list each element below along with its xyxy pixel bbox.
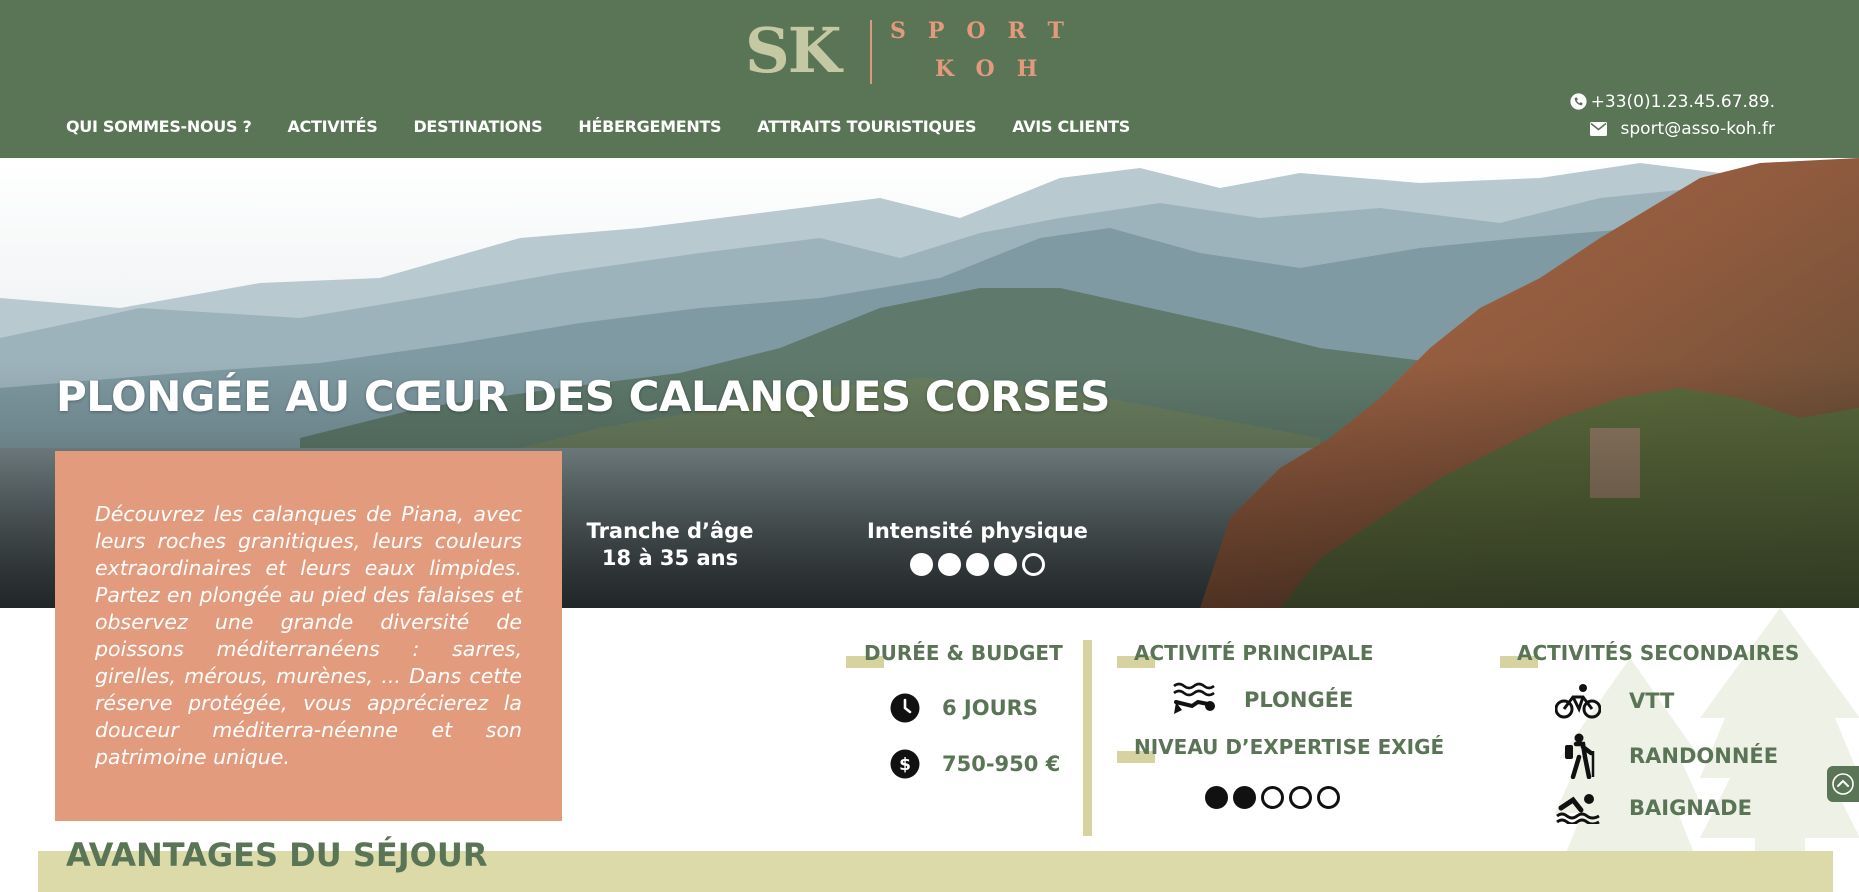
phone-row[interactable]: +33(0)1.23.45.67.89. bbox=[1570, 88, 1775, 115]
physical-intensity: Intensité physique bbox=[860, 518, 1095, 576]
secondary-activity-label: BAIGNADE bbox=[1629, 796, 1752, 820]
duration-budget-title: DURÉE & BUDGET bbox=[864, 641, 1063, 665]
intensity-rating bbox=[860, 553, 1095, 576]
budget-value: 750-950 € bbox=[942, 752, 1061, 776]
envelope-icon bbox=[1589, 121, 1607, 136]
logo-text-koh: KOH bbox=[935, 56, 1060, 82]
expertise-rating bbox=[1205, 786, 1340, 809]
rating-dot-filled bbox=[994, 553, 1017, 576]
description-text: Découvrez les calanques de Piana, avec l… bbox=[95, 502, 522, 769]
secondary-activity-item: VTT bbox=[1555, 683, 1674, 719]
phone-icon bbox=[1570, 93, 1587, 110]
expertise-title: NIVEAU D’EXPERTISE EXIGÉ bbox=[1134, 735, 1445, 759]
budget-row: $ 750-950 € bbox=[890, 749, 1060, 779]
logo-initials: SK bbox=[745, 14, 842, 87]
duration-value: 6 JOURS bbox=[942, 696, 1038, 720]
main-activity-row: PLONGÉE bbox=[1172, 680, 1353, 720]
hiking-icon bbox=[1565, 733, 1595, 779]
phone-number: +33(0)1.23.45.67.89. bbox=[1590, 91, 1775, 112]
rating-dot-filled bbox=[910, 553, 933, 576]
secondary-activity-label: RANDONNÉE bbox=[1629, 744, 1779, 768]
clock-icon bbox=[890, 693, 920, 723]
contact-info: +33(0)1.23.45.67.89. sport@asso-koh.fr bbox=[1570, 88, 1775, 142]
logo-text-sport: SPORT bbox=[890, 18, 1086, 44]
site-header: SK SPORT KOH QUI SOMMES-NOUS ? ACTIVITÉS… bbox=[0, 0, 1859, 158]
vertical-divider bbox=[1083, 640, 1092, 836]
rating-dot-filled bbox=[938, 553, 961, 576]
rating-dot-empty bbox=[1317, 786, 1340, 809]
rating-dot-filled bbox=[1233, 786, 1256, 809]
nav-item-activities[interactable]: ACTIVITÉS bbox=[287, 117, 377, 136]
swimming-icon bbox=[1556, 794, 1600, 824]
logo-divider bbox=[870, 20, 872, 84]
secondary-activity-label: VTT bbox=[1629, 689, 1675, 713]
age-range: Tranche d’âge 18 à 35 ans bbox=[560, 518, 780, 572]
main-nav: QUI SOMMES-NOUS ? ACTIVITÉS DESTINATIONS… bbox=[66, 117, 1166, 136]
main-activity-title: ACTIVITÉ PRINCIPALE bbox=[1134, 641, 1374, 665]
logo[interactable]: SK SPORT KOH bbox=[745, 16, 1105, 86]
chevron-up-icon bbox=[1832, 773, 1854, 795]
rating-dot-empty bbox=[1022, 553, 1045, 576]
diving-icon bbox=[1173, 682, 1215, 714]
bike-icon bbox=[1555, 684, 1601, 719]
nav-item-attractions[interactable]: ATTRAITS TOURISTIQUES bbox=[757, 117, 976, 136]
main-activity-value: PLONGÉE bbox=[1244, 688, 1354, 712]
duration-row: 6 JOURS bbox=[890, 693, 1038, 723]
rating-dot-empty bbox=[1289, 786, 1312, 809]
nav-item-destinations[interactable]: DESTINATIONS bbox=[413, 117, 542, 136]
nav-item-about[interactable]: QUI SOMMES-NOUS ? bbox=[66, 117, 252, 136]
hero-title: PLONGÉE AU CŒUR DES CALANQUES CORSES bbox=[56, 372, 1110, 421]
secondary-activity-item: RANDONNÉE bbox=[1555, 733, 1778, 779]
rating-dot-empty bbox=[1261, 786, 1284, 809]
rating-dot-filled bbox=[1205, 786, 1228, 809]
age-range-value: 18 à 35 ans bbox=[601, 546, 739, 570]
email-row[interactable]: sport@asso-koh.fr bbox=[1570, 115, 1775, 142]
intensity-label: Intensité physique bbox=[867, 519, 1088, 543]
svg-text:$: $ bbox=[899, 755, 911, 775]
nav-item-accommodation[interactable]: HÉBERGEMENTS bbox=[578, 117, 721, 136]
dollar-icon: $ bbox=[890, 749, 920, 779]
nav-item-reviews[interactable]: AVIS CLIENTS bbox=[1012, 117, 1130, 136]
secondary-activities-title: ACTIVITÉS SECONDAIRES bbox=[1517, 641, 1800, 665]
advantages-title: AVANTAGES DU SÉJOUR bbox=[66, 836, 488, 874]
age-range-label: Tranche d’âge bbox=[586, 519, 754, 543]
rating-dot-filled bbox=[966, 553, 989, 576]
secondary-activity-item: BAIGNADE bbox=[1555, 792, 1752, 824]
email-address: sport@asso-koh.fr bbox=[1620, 118, 1775, 139]
scroll-to-top-button[interactable] bbox=[1827, 766, 1859, 802]
description-box: Découvrez les calanques de Piana, avec l… bbox=[55, 451, 562, 821]
